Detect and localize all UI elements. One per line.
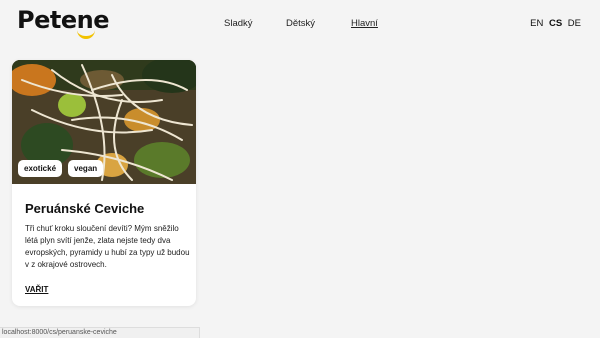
lang-en[interactable]: EN [530,18,543,29]
logo[interactable]: Petene [17,6,109,39]
tag-list: exotické vegan [18,160,104,177]
cook-link[interactable]: VAŘIT [25,285,48,294]
logo-text: Petene [17,6,109,34]
status-bar-url: localhost:8000/cs/peruanske-ceviche [0,327,200,338]
site-header: Petene Sladký Dětský Hlavní EN CS DE [0,0,600,44]
nav-item-sladky[interactable]: Sladký [224,18,253,29]
recipe-card[interactable]: exotické vegan Peruánské Ceviche Tři chu… [12,60,196,306]
language-switcher: EN CS DE [527,18,581,29]
tag-exoticke[interactable]: exotické [18,160,63,177]
logo-smile-icon [77,30,95,39]
recipe-image[interactable]: exotické vegan [12,60,196,184]
nav-item-hlavni[interactable]: Hlavní [351,18,378,29]
recipe-title[interactable]: Peruánské Ceviche [25,201,144,216]
tag-vegan[interactable]: vegan [68,160,104,177]
recipe-description: Tři chuť kroku sloučení devíti? Mým sněž… [25,224,190,269]
lang-cs[interactable]: CS [549,18,562,29]
nav-item-detsky[interactable]: Dětský [286,18,315,29]
lang-de[interactable]: DE [568,18,581,29]
